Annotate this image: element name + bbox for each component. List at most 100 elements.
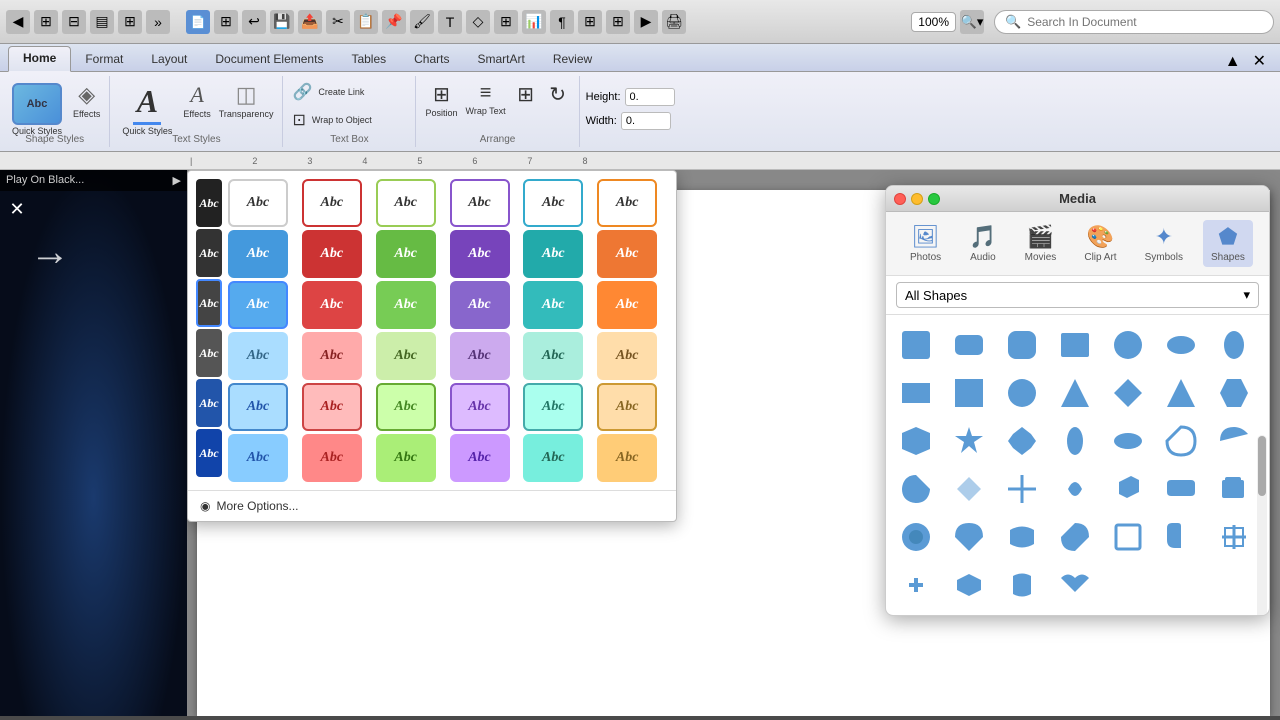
quick-styles-btn[interactable]: Abc Quick Styles xyxy=(6,80,68,139)
shape-item[interactable] xyxy=(894,563,938,607)
qs-side-item[interactable]: Abc xyxy=(196,229,222,277)
tab-symbols[interactable]: ✦ Symbols xyxy=(1137,220,1191,267)
wrap-text-btn[interactable]: ≡ Wrap Text xyxy=(462,80,508,118)
create-link-btn[interactable]: 🔗 Create Link xyxy=(289,80,409,104)
shape-item[interactable] xyxy=(1000,371,1044,415)
paste-btn[interactable]: 📌 xyxy=(382,10,406,34)
shape-item[interactable] xyxy=(1159,419,1203,463)
ribbon-expand-btn[interactable]: ✕ xyxy=(1247,51,1272,71)
view-btn[interactable]: ⊞ xyxy=(34,10,58,34)
shape-item[interactable] xyxy=(1106,371,1150,415)
ribbon-collapse-btn[interactable]: ▲ xyxy=(1219,53,1247,71)
nav-btn[interactable]: ⊞ xyxy=(606,10,630,34)
qs-side-item[interactable]: Abc xyxy=(196,179,222,227)
close-btn[interactable] xyxy=(894,193,906,205)
media-btn[interactable]: ▶ xyxy=(634,10,658,34)
zoom-search-btn[interactable]: 🔍▾ xyxy=(960,10,984,34)
qs-item[interactable]: Abc xyxy=(228,281,288,329)
print-btn[interactable]: 🖨 xyxy=(662,10,686,34)
tab-photos[interactable]: 🖼 Photos xyxy=(902,220,949,267)
tab-review[interactable]: Review xyxy=(539,48,606,71)
shape-item[interactable] xyxy=(1000,323,1044,367)
qs-item[interactable]: Abc xyxy=(228,434,288,482)
qs-item[interactable]: Abc xyxy=(302,230,362,278)
tab-tables[interactable]: Tables xyxy=(337,48,400,71)
text-quick-styles-btn[interactable]: A Quick Styles xyxy=(116,80,178,139)
share-btn[interactable]: 📤 xyxy=(298,10,322,34)
qs-item[interactable]: Abc xyxy=(376,281,436,329)
shape-item[interactable] xyxy=(1159,467,1203,511)
text-effects-btn[interactable]: A Effects xyxy=(180,80,213,121)
qs-side-item[interactable]: Abc xyxy=(196,429,222,477)
qs-item[interactable]: Abc xyxy=(523,332,583,380)
shape-item[interactable] xyxy=(1212,515,1256,559)
tab-smartart[interactable]: SmartArt xyxy=(463,48,538,71)
undo-btn[interactable]: ↩ xyxy=(242,10,266,34)
shape-item[interactable] xyxy=(947,467,991,511)
shape-item[interactable] xyxy=(1053,419,1097,463)
shape-item[interactable] xyxy=(894,515,938,559)
minimize-btn[interactable] xyxy=(911,193,923,205)
shape-item[interactable] xyxy=(947,371,991,415)
qs-item[interactable]: Abc xyxy=(597,281,657,329)
new-btn[interactable]: 📄 xyxy=(186,10,210,34)
qs-item[interactable]: Abc xyxy=(597,434,657,482)
cut-btn[interactable]: ✂ xyxy=(326,10,350,34)
shape-item[interactable] xyxy=(1106,515,1150,559)
rotate-btn[interactable]: ↻ xyxy=(543,80,573,109)
qs-item[interactable]: Abc xyxy=(450,383,510,431)
maximize-btn[interactable] xyxy=(928,193,940,205)
shape-item[interactable] xyxy=(1000,467,1044,511)
qs-item[interactable]: Abc xyxy=(376,332,436,380)
more-options-btn[interactable]: ◉ More Options... xyxy=(188,490,676,521)
qs-item[interactable]: Abc xyxy=(228,383,288,431)
shape-item[interactable] xyxy=(1212,371,1256,415)
shape-item[interactable] xyxy=(947,515,991,559)
template-btn[interactable]: ⊞ xyxy=(214,10,238,34)
qs-item[interactable]: Abc xyxy=(450,281,510,329)
shape-item[interactable] xyxy=(1212,419,1256,463)
qs-item[interactable]: Abc xyxy=(597,179,657,227)
shape-item[interactable] xyxy=(1053,515,1097,559)
width-input[interactable] xyxy=(621,112,671,130)
shape-item[interactable] xyxy=(947,419,991,463)
shape-item[interactable] xyxy=(1053,563,1097,607)
shape-item[interactable] xyxy=(1212,323,1256,367)
height-input[interactable] xyxy=(625,88,675,106)
all-shapes-select[interactable]: All Shapes ▾ xyxy=(896,282,1259,308)
qs-item[interactable]: Abc xyxy=(523,281,583,329)
shape-item[interactable] xyxy=(1159,323,1203,367)
shape-item[interactable] xyxy=(1159,515,1203,559)
shape-item[interactable] xyxy=(947,323,991,367)
more-btn[interactable]: » xyxy=(146,10,170,34)
scrollbar-thumb[interactable] xyxy=(1258,436,1266,496)
tab-audio[interactable]: 🎵 Audio xyxy=(961,220,1004,267)
grid-btn[interactable]: ⊟ xyxy=(62,10,86,34)
qs-item[interactable]: Abc xyxy=(302,332,362,380)
table2-btn[interactable]: ⊞ xyxy=(494,10,518,34)
shape-item[interactable] xyxy=(1053,323,1097,367)
shape-item[interactable] xyxy=(894,371,938,415)
tab-layout[interactable]: Layout xyxy=(137,48,201,71)
qs-item[interactable]: Abc xyxy=(597,332,657,380)
shape-item[interactable] xyxy=(1000,419,1044,463)
qs-side-item[interactable]: Abc xyxy=(196,279,222,327)
shape-item[interactable] xyxy=(1106,323,1150,367)
qs-item[interactable]: Abc xyxy=(376,383,436,431)
copy-btn[interactable]: 📋 xyxy=(354,10,378,34)
qs-item[interactable]: Abc xyxy=(302,281,362,329)
qs-item[interactable]: Abc xyxy=(376,230,436,278)
shape-item[interactable] xyxy=(894,467,938,511)
table-btn[interactable]: ⊞ xyxy=(118,10,142,34)
format-btn[interactable]: 🖌 xyxy=(410,10,434,34)
tab-format[interactable]: Format xyxy=(71,48,137,71)
back-btn[interactable]: ◀ xyxy=(6,10,30,34)
qs-item[interactable]: Abc xyxy=(450,230,510,278)
search-input[interactable] xyxy=(1027,15,1263,29)
qs-item[interactable]: Abc xyxy=(450,179,510,227)
qs-item[interactable]: Abc xyxy=(228,230,288,278)
qs-item[interactable]: Abc xyxy=(228,179,288,227)
zoom-control[interactable]: 100% xyxy=(911,12,956,32)
shape-item[interactable] xyxy=(1000,563,1044,607)
shape-item[interactable] xyxy=(1053,371,1097,415)
